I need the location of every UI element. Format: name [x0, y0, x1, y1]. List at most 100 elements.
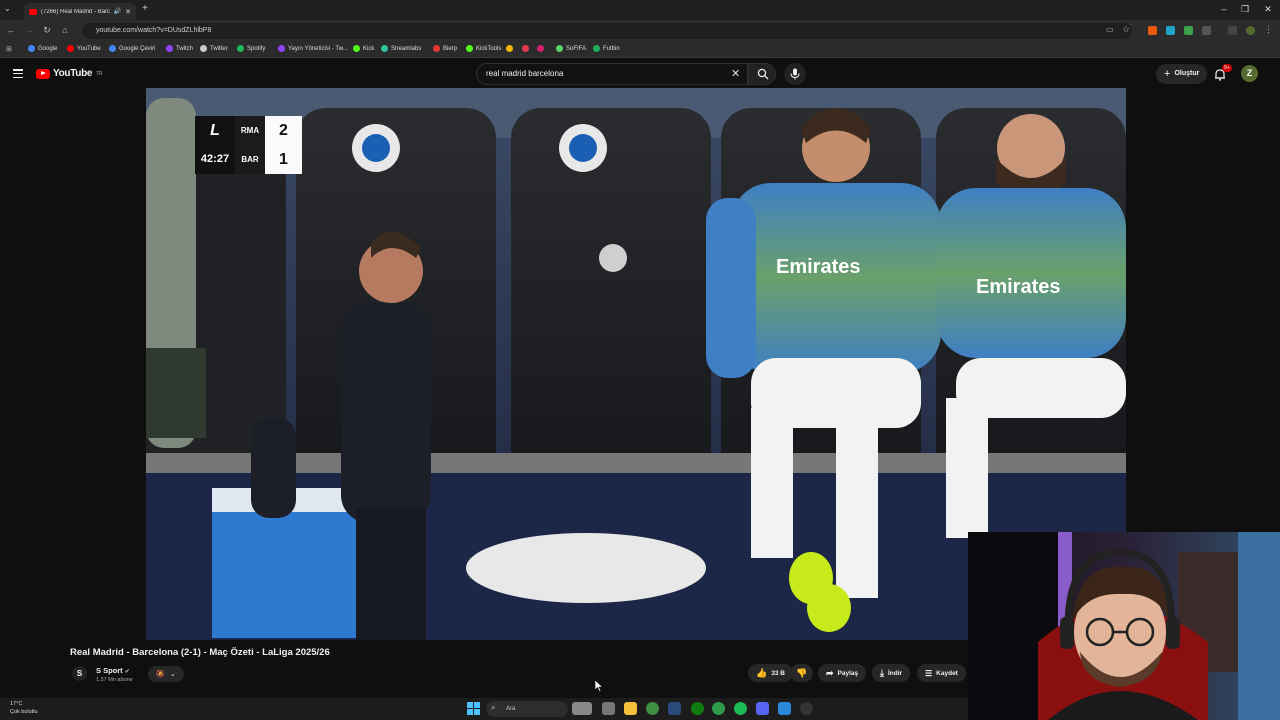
- create-button[interactable]: + Oluştur: [1156, 64, 1208, 84]
- channel-avatar[interactable]: S: [72, 666, 87, 681]
- taskbar-search-label: Ara: [506, 706, 516, 712]
- bookmark-item[interactable]: Yayın Yöneticisi - Tw...: [278, 45, 348, 52]
- bookmark-item[interactable]: [537, 45, 544, 52]
- task-view-icon[interactable]: [602, 702, 615, 715]
- close-tab-icon[interactable]: ✕: [125, 8, 131, 16]
- close-window-button[interactable]: ✕: [1258, 4, 1278, 15]
- bookmark-favicon-icon: [200, 45, 207, 52]
- bookmark-favicon-icon: [537, 45, 544, 52]
- channel-name-text: S Sport: [96, 666, 123, 675]
- svg-text:Emirates: Emirates: [976, 276, 1061, 298]
- bookmark-item[interactable]: Twitch: [166, 45, 193, 52]
- search-button[interactable]: [748, 63, 776, 85]
- bookmark-item[interactable]: Futbin: [593, 45, 620, 52]
- back-icon[interactable]: ←: [5, 25, 17, 35]
- bookmark-favicon-icon: [109, 45, 116, 52]
- xbox-icon[interactable]: [691, 702, 704, 715]
- bookmark-label: YouTube: [77, 45, 101, 52]
- spotify-icon[interactable]: [734, 702, 747, 715]
- voice-search-button[interactable]: [784, 63, 806, 85]
- bookmark-item[interactable]: KickTools: [466, 45, 501, 52]
- photos-icon[interactable]: [778, 702, 791, 715]
- extension-icon[interactable]: [1148, 26, 1157, 35]
- bookmark-favicon-icon: [433, 45, 440, 52]
- obs-icon[interactable]: [800, 702, 813, 715]
- bookmark-star-icon[interactable]: ☆: [1122, 24, 1130, 35]
- install-icon[interactable]: ▭: [1106, 25, 1114, 34]
- like-button[interactable]: 👍 33 B: [748, 664, 793, 682]
- extension-icon[interactable]: [1166, 26, 1175, 35]
- maximize-button[interactable]: ❐: [1235, 4, 1255, 15]
- chrome-icon[interactable]: [646, 702, 659, 715]
- bookmark-item[interactable]: Google: [28, 45, 57, 52]
- taskbar-search-box[interactable]: Ara: [486, 701, 568, 717]
- bookmark-label: SoFIFA: [566, 45, 587, 52]
- bookmark-item[interactable]: [506, 45, 513, 52]
- bookmark-item[interactable]: Kick: [353, 45, 374, 52]
- discord-icon[interactable]: [756, 702, 769, 715]
- weather-description: Çok bulutlu: [10, 709, 38, 715]
- youtube-logo[interactable]: YouTube TR: [36, 68, 103, 79]
- match-scorebug: L RMA 2 42:27 BAR 1: [195, 116, 302, 174]
- extension-icon[interactable]: [1184, 26, 1193, 35]
- account-avatar[interactable]: Z: [1241, 65, 1258, 82]
- speaker-icon[interactable]: 🔊: [114, 8, 121, 15]
- download-icon: ⤓: [880, 667, 884, 678]
- subscriber-count: 1,57 Mn abone: [96, 677, 133, 683]
- browser-toolbar: ← → ↻ ⌂ youtube.com/watch?v=DUsdZLhlbP8 …: [0, 20, 1280, 42]
- bookmark-favicon-icon: [556, 45, 563, 52]
- dislike-button[interactable]: 👎: [790, 664, 814, 682]
- bookmark-favicon-icon: [466, 45, 473, 52]
- weather-widget[interactable]: 17°C Çok bulutlu: [10, 700, 38, 716]
- bookmark-item[interactable]: YouTube: [67, 45, 101, 52]
- bookmark-item[interactable]: Twitter: [200, 45, 228, 52]
- bookmark-item[interactable]: Bierp: [433, 45, 457, 52]
- youtube-play-icon: [36, 68, 50, 79]
- youtube-logo-text: YouTube: [53, 68, 93, 79]
- search-query: real madrid barcelona: [486, 69, 564, 78]
- bookmarks-bar: ⊞ Google YouTube Google Çeviri Twitch Twitte…: [0, 42, 1280, 58]
- tab-search-icon[interactable]: ⌄: [4, 4, 11, 13]
- forward-icon[interactable]: →: [23, 25, 35, 35]
- bookmark-label: Twitter: [210, 45, 228, 52]
- app-icon[interactable]: [712, 702, 725, 715]
- bookmark-item[interactable]: [522, 45, 529, 52]
- streamer-webcam-image: [968, 532, 1280, 720]
- clear-search-icon[interactable]: ✕: [731, 67, 740, 80]
- download-button[interactable]: ⤓ İndir: [872, 664, 911, 682]
- bookmark-label: Twitch: [176, 45, 194, 52]
- widget-icon[interactable]: [572, 702, 592, 715]
- away-team-score: 1: [265, 145, 302, 174]
- sidebar-icon[interactable]: [1228, 26, 1237, 35]
- subscription-notification-button[interactable]: 🔕 ⌄: [148, 666, 184, 682]
- extensions-puzzle-icon[interactable]: [1202, 26, 1211, 35]
- bookmark-item[interactable]: Google Çeviri: [109, 45, 155, 52]
- bookmark-item[interactable]: Spotify: [237, 45, 265, 52]
- address-bar[interactable]: youtube.com/watch?v=DUsdZLhlbP8: [82, 23, 1132, 39]
- new-tab-button[interactable]: +: [142, 3, 148, 14]
- laliga-logo: L: [195, 116, 235, 145]
- like-count: 33 B: [771, 669, 785, 677]
- steam-icon[interactable]: [668, 702, 681, 715]
- search-input[interactable]: real madrid barcelona: [476, 63, 748, 85]
- bookmark-favicon-icon: [593, 45, 600, 52]
- bookmark-item[interactable]: SoFIFA: [556, 45, 586, 52]
- apps-grid-icon[interactable]: ⊞: [6, 45, 12, 53]
- url-text: youtube.com/watch?v=DUsdZLhlbP8: [96, 27, 212, 34]
- windows-start-icon[interactable]: [467, 702, 480, 715]
- bookmark-favicon-icon: [381, 45, 388, 52]
- share-button[interactable]: ➦ Paylaş: [818, 664, 867, 682]
- webcam-overlay: [968, 532, 1280, 720]
- save-button[interactable]: ☰ Kaydet: [917, 664, 966, 682]
- reload-icon[interactable]: ↻: [41, 25, 53, 36]
- profile-icon[interactable]: [1246, 26, 1255, 35]
- bookmark-label: Google: [38, 45, 58, 52]
- more-menu-icon[interactable]: ⋮: [1264, 24, 1273, 35]
- home-icon[interactable]: ⌂: [59, 25, 71, 35]
- minimize-button[interactable]: –: [1214, 4, 1234, 14]
- file-explorer-icon[interactable]: [624, 702, 637, 715]
- channel-name[interactable]: S Sport ✔: [96, 666, 130, 675]
- browser-tab-active[interactable]: (7266) Real Madrid - Barcel 🔊 ✕: [24, 3, 136, 20]
- bookmark-item[interactable]: Streamlabs: [381, 45, 421, 52]
- hamburger-menu-icon[interactable]: [13, 69, 23, 79]
